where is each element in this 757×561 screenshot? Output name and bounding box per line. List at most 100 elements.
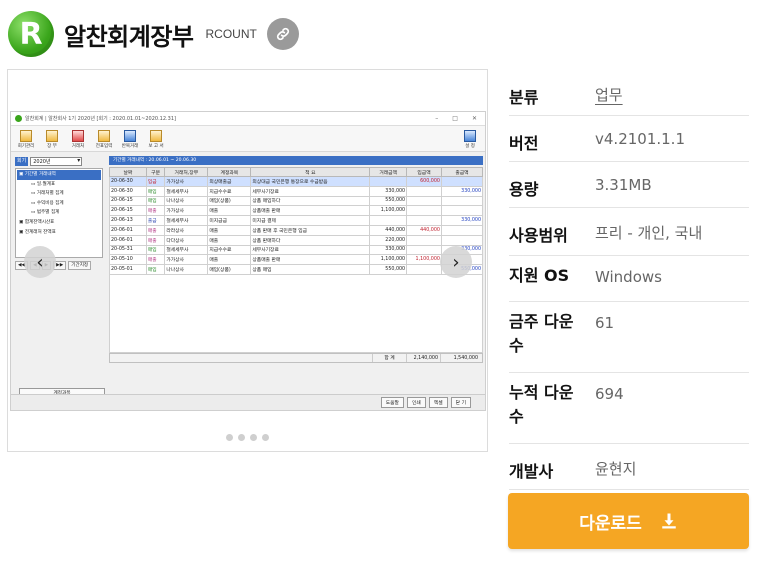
carousel-dot[interactable]	[250, 434, 257, 441]
app-title: 알찬회계장부	[64, 22, 194, 51]
book-icon	[46, 130, 58, 142]
spec-key: 누적 다운수	[509, 383, 574, 426]
carousel-dots	[8, 434, 487, 441]
toolbar-button: 거래처	[67, 130, 89, 149]
screenshot-viewer: 알찬회계 | 알찬회사 1기 2020년 [회기 : 2020.01.01~20…	[7, 69, 488, 452]
chevron-left-icon: ‹	[36, 251, 44, 273]
toolbar-button: 전표입력	[93, 130, 115, 149]
report-tree: ▣ 기간별 거래내역 ▭ 일.월계표 ▭ 거래처별 집계 ▭ 수익비용 집계 ▭ 범주별…	[15, 168, 103, 258]
total-row: 합 계 2,140,000 1,540,000	[109, 352, 483, 363]
table-row: 20-05-31 매입 철세세무사 지급수수료 세무사기장료 330,000 330,000	[109, 244, 484, 256]
toolbar-settings-button: 설 정	[459, 130, 481, 149]
spec-value: v4.2101.1.1	[595, 130, 685, 148]
table-row: 20-06-01 매출 다다상사 매출 상품 판매하다 220,000	[109, 234, 484, 246]
close-icon: ✕	[471, 115, 477, 122]
table-row: 20-06-15 매출 가가상사 매출 상품매출 판매 1,100,000	[109, 205, 484, 217]
maximize-icon: □	[452, 115, 458, 122]
carousel-dot[interactable]	[262, 434, 269, 441]
column-header: 구분	[145, 167, 166, 177]
spec-row: 사용범위 프리 - 개인, 국내	[509, 208, 749, 256]
tree-item: ▣ 기간별 거래내역	[17, 170, 101, 180]
period-label: 기간별 거래내역 : 20.06.01 ~ 20.06.30	[109, 156, 483, 165]
year-select: 2020년	[30, 156, 83, 166]
table-row: 20-06-15 매입 나나상사 매입(상품) 상품 매입하다 550,000	[109, 195, 484, 207]
table-empty-area	[109, 274, 483, 353]
column-header: 거래금액	[369, 167, 408, 177]
left-pane: 회기 2020년 ▣ 기간별 거래내역▭ 일.월계표 ▭ 거래처별 집계 ▭ 수익비…	[15, 156, 105, 410]
app-logo: R	[8, 11, 54, 57]
table-row: 20-06-13 출금 철세세무사 미지급금 미지급 결제 330,000	[109, 215, 484, 226]
tree-item: ▭ 거래처별 집계	[31, 191, 64, 197]
app-screenshot[interactable]: 알찬회계 | 알찬회사 1기 2020년 [회기 : 2020.01.01~20…	[10, 111, 486, 411]
tree-item: ▭ 일.월계표	[31, 181, 56, 187]
next-slide-button[interactable]: ›	[440, 246, 472, 278]
spec-key: 분류	[509, 88, 539, 107]
report-icon	[150, 130, 162, 142]
spec-row: 분류 업무	[509, 70, 749, 116]
spec-row: 누적 다운수 694	[509, 373, 749, 444]
table-row: 20-06-30 매입 철세세무사 지급수수료 세무사기장료 330,000 330,000	[109, 185, 484, 197]
total-label: 합 계	[372, 353, 406, 362]
table-row: 20-06-01 매출 라라상사 매출 상품 판매 후 국민은행 입금 440,000 44…	[109, 224, 484, 236]
carousel-dot[interactable]	[238, 434, 245, 441]
spec-value: Windows	[595, 268, 662, 286]
tree-item: ▭ 수익비용 집계	[31, 200, 64, 206]
table-row: 20-06-30 입금 가가상사 외상매출금 외상대금 국민은행 통장으로 수금받음 60…	[109, 176, 484, 187]
toolbar-button: 반복거래	[119, 130, 141, 149]
window-bottom-button: 도움말	[380, 397, 404, 408]
folder-icon	[20, 130, 32, 142]
link-button[interactable]	[266, 18, 299, 50]
right-pane: 기간별 거래내역 : 20.06.01 ~ 20.06.30 날짜 구분 거래처,장…	[109, 156, 484, 388]
column-header: 계정과목	[207, 167, 252, 177]
window-bottom-button: 닫 기	[450, 397, 471, 408]
chevron-right-icon: ›	[452, 251, 460, 273]
transaction-table: 날짜 구분 거래처,장부 계정과목 적 요 거래금액 입금액 출금액 20-06-30 입금 가가…	[109, 167, 484, 275]
table-row: 20-05-01 매입 나나상사 매입(상품) 상품 매입 550,000 550,000	[109, 264, 484, 275]
spec-key: 개발사	[509, 462, 554, 481]
total-in: 2,140,000	[406, 353, 440, 362]
download-button[interactable]: 다운로드	[508, 493, 749, 549]
spec-value: 694	[595, 385, 624, 403]
spec-key: 버전	[509, 134, 539, 153]
spec-row: 금주 다운수 61	[509, 302, 749, 373]
prev-slide-button[interactable]: ‹	[24, 246, 56, 278]
spec-row: 용량 3.31MB	[509, 162, 749, 208]
window-toolbar: 회기관리 장 부 거래처 전표입력 반복거래 보 고 서 설 정	[11, 126, 485, 152]
spec-value: 프리 - 개인, 국내	[595, 224, 703, 242]
spec-value: 3.31MB	[595, 176, 652, 194]
column-header: 입금액	[406, 167, 442, 177]
year-label: 회기	[15, 156, 29, 166]
app-subtitle: RCOUNT	[205, 27, 257, 41]
tree-item: ▣ 전계래처 잔액표	[19, 229, 56, 235]
spec-key: 용량	[509, 180, 539, 199]
carousel-dot[interactable]	[226, 434, 233, 441]
spec-value: 윤현지	[595, 460, 637, 478]
repeat-icon	[124, 130, 136, 142]
spec-row: 지원 OS Windows	[509, 256, 749, 302]
tree-item: ▣ 합계잔액시산표	[19, 219, 55, 225]
window-title: 알찬회계 | 알찬회사 1기 2020년 [회기 : 2020.01.01~20…	[25, 116, 176, 122]
window-titlebar: 알찬회계 | 알찬회사 1기 2020년 [회기 : 2020.01.01~20…	[11, 112, 485, 126]
contacts-icon	[72, 130, 84, 142]
voucher-icon	[98, 130, 110, 142]
column-header: 날짜	[109, 167, 147, 177]
spec-value: 61	[595, 314, 615, 332]
toolbar-button: 회기관리	[15, 130, 37, 149]
tree-item: ▭ 범주별 집계	[31, 210, 60, 216]
column-header: 적 요	[250, 167, 371, 177]
column-header: 출금액	[440, 167, 484, 177]
pager-button: 기간지정	[68, 261, 92, 270]
settings-icon	[464, 130, 476, 142]
toolbar-button: 장 부	[41, 130, 63, 149]
spec-list: 분류 업무버전 v4.2101.1.1 용량 3.31MB 사용범위 프리 - 개인, 국내…	[509, 70, 749, 490]
download-icon	[662, 513, 676, 529]
category-link[interactable]: 업무	[595, 70, 623, 115]
spec-row: 개발사 윤현지	[509, 444, 749, 490]
window-bottom-bar: 도움말 인쇄 엑셀 닫 기	[11, 394, 485, 410]
link-icon	[276, 27, 289, 41]
window-bottom-button: 엑셀	[428, 397, 448, 408]
total-out: 1,540,000	[440, 353, 480, 362]
download-label: 다운로드	[579, 513, 642, 534]
spec-row: 버전 v4.2101.1.1	[509, 116, 749, 162]
spec-key: 사용범위	[509, 226, 568, 245]
